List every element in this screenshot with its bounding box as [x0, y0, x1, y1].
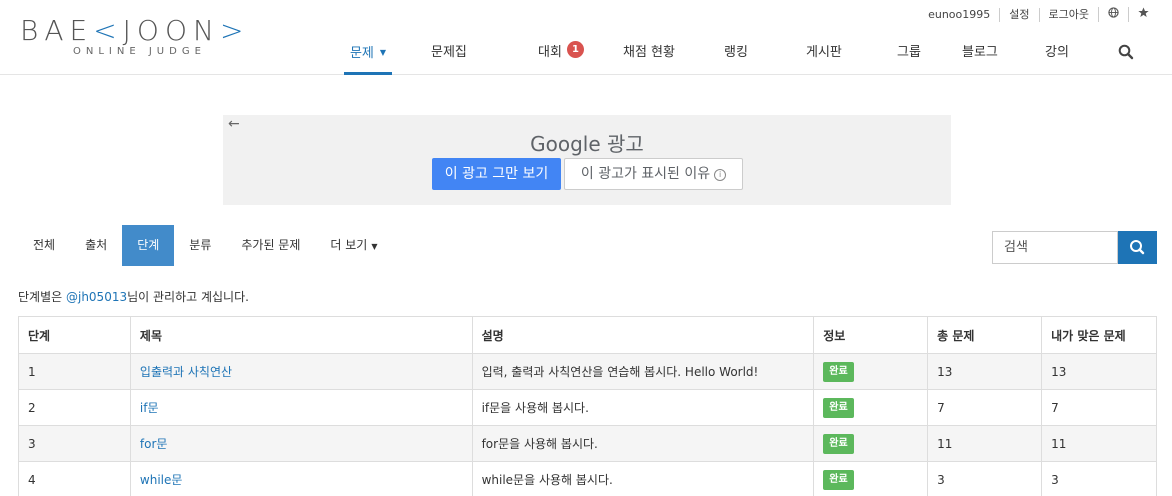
- globe-icon: [1108, 7, 1119, 18]
- language-globe-icon[interactable]: [1098, 7, 1128, 22]
- col-step[interactable]: 단계: [18, 316, 131, 354]
- logo-subtitle: ONLINE JUDGE: [73, 46, 206, 57]
- step-description: for문을 사용해 봅시다.: [471, 425, 815, 462]
- nav-ranking[interactable]: 랭킹: [713, 34, 786, 75]
- search-icon[interactable]: [1118, 44, 1134, 60]
- logout-link[interactable]: 로그아웃: [1038, 7, 1098, 22]
- contest-count-badge: 1: [567, 41, 584, 58]
- logo-wordmark: BAE<JOON>: [20, 14, 250, 47]
- col-solved[interactable]: 내가 맞은 문제: [1041, 316, 1157, 354]
- step-title-link[interactable]: for문: [140, 437, 168, 451]
- step-title-link[interactable]: if문: [140, 401, 159, 415]
- nav-status[interactable]: 채점 현황: [600, 34, 713, 75]
- main-nav: 문제 ▼ 문제집 대회 1 채점 현황 랭킹 게시판 그룹 블로그 강의: [344, 34, 1091, 75]
- manager-user-link[interactable]: @jh05013: [66, 290, 127, 304]
- step-title-link[interactable]: while문: [140, 473, 183, 487]
- site-header: BAE<JOON> ONLINE JUDGE eunoo1995 설정 로그아웃…: [0, 0, 1172, 75]
- total-count: 3: [927, 461, 1043, 496]
- chevron-down-icon: ▼: [379, 48, 387, 57]
- solved-count: 3: [1041, 461, 1157, 496]
- col-title[interactable]: 제목: [129, 316, 473, 354]
- step-number: 3: [18, 425, 131, 462]
- search-icon: [1130, 240, 1145, 255]
- step-description: while문을 사용해 봅시다.: [471, 461, 815, 496]
- user-topbar: eunoo1995 설정 로그아웃: [919, 7, 1158, 22]
- status-badge: 완료: [823, 469, 854, 490]
- table-row: 4 while문 while문을 사용해 봅시다. 완료 3 3: [18, 461, 1157, 496]
- step-description: 입력, 출력과 사칙연산을 연습해 봅시다. Hello World!: [471, 353, 815, 390]
- col-info[interactable]: 정보: [813, 316, 929, 354]
- why-ad-button[interactable]: 이 광고가 표시된 이유 i: [564, 158, 743, 190]
- tab-added[interactable]: 추가된 문제: [226, 225, 315, 266]
- table-row: 1 입출력과 사칙연산 입력, 출력과 사칙연산을 연습해 봅시다. Hello…: [18, 353, 1157, 390]
- tab-category[interactable]: 분류: [174, 225, 226, 266]
- search-button[interactable]: [1118, 231, 1157, 264]
- tab-step[interactable]: 단계: [122, 225, 175, 266]
- total-count: 7: [927, 389, 1043, 426]
- problem-subtabs: 전체 출처 단계 분류 추가된 문제 더 보기 ▼: [18, 225, 392, 266]
- step-number: 4: [18, 461, 131, 496]
- table-header-row: 단계 제목 설명 정보 총 문제 내가 맞은 문제: [18, 316, 1157, 354]
- status-badge: 완료: [823, 433, 854, 454]
- stop-ad-button[interactable]: 이 광고 그만 보기: [432, 158, 561, 190]
- status-badge: 완료: [823, 397, 854, 418]
- ad-title: Google 광고: [530, 132, 644, 156]
- step-table: 단계 제목 설명 정보 총 문제 내가 맞은 문제 1 입출력과 사칙연산 입력…: [18, 316, 1157, 496]
- table-row: 3 for문 for문을 사용해 봅시다. 완료 11 11: [18, 425, 1157, 462]
- star-icon[interactable]: [1128, 7, 1158, 22]
- total-count: 13: [927, 353, 1043, 390]
- tab-more[interactable]: 더 보기 ▼: [315, 225, 392, 266]
- nav-workbooks[interactable]: 문제집: [416, 34, 504, 75]
- nav-lectures[interactable]: 강의: [1031, 34, 1091, 75]
- col-total[interactable]: 총 문제: [927, 316, 1043, 354]
- settings-link[interactable]: 설정: [999, 7, 1038, 22]
- solved-count: 7: [1041, 389, 1157, 426]
- info-icon: i: [714, 169, 727, 181]
- nav-groups[interactable]: 그룹: [873, 34, 946, 75]
- table-row: 2 if문 if문을 사용해 봅시다. 완료 7 7: [18, 389, 1157, 426]
- manager-notice: 단계별은 @jh05013님이 관리하고 계십니다.: [18, 290, 249, 304]
- search-input[interactable]: 검색: [992, 231, 1118, 264]
- star-shape: [1138, 7, 1149, 17]
- total-count: 11: [927, 425, 1043, 462]
- caret-down-icon: ▼: [371, 242, 378, 251]
- nav-board[interactable]: 게시판: [786, 34, 873, 75]
- baekjoon-logo[interactable]: BAE<JOON> ONLINE JUDGE: [20, 14, 270, 64]
- nav-problems[interactable]: 문제 ▼: [344, 34, 392, 75]
- step-description: if문을 사용해 봅시다.: [471, 389, 815, 426]
- tab-source[interactable]: 출처: [70, 225, 122, 266]
- solved-count: 13: [1041, 353, 1157, 390]
- solved-count: 11: [1041, 425, 1157, 462]
- nav-contests[interactable]: 대회 1: [504, 34, 600, 75]
- google-ad-block: ← Google 광고 이 광고 그만 보기 이 광고가 표시된 이유 i: [223, 115, 951, 205]
- username-link[interactable]: eunoo1995: [919, 8, 999, 22]
- step-number: 1: [18, 353, 131, 390]
- nav-blog[interactable]: 블로그: [946, 34, 1031, 75]
- tab-all[interactable]: 전체: [18, 225, 70, 266]
- status-badge: 완료: [823, 361, 854, 382]
- col-description[interactable]: 설명: [471, 316, 815, 354]
- step-number: 2: [18, 389, 131, 426]
- step-title-link[interactable]: 입출력과 사칙연산: [140, 365, 232, 379]
